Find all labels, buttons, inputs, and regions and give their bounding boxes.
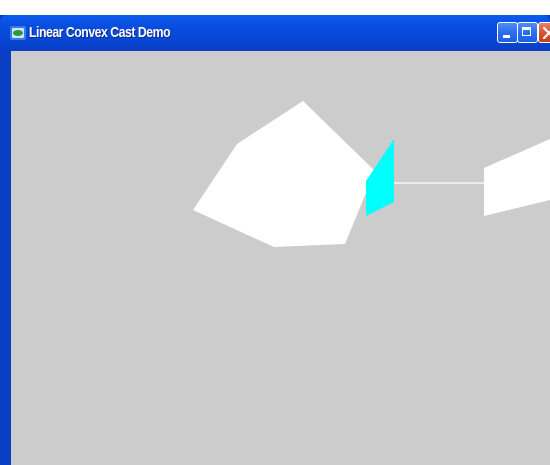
cast-hit-shape <box>366 139 394 216</box>
maximize-button[interactable] <box>517 22 538 43</box>
scene-canvas <box>193 101 550 247</box>
close-button[interactable] <box>538 22 550 43</box>
title-bar[interactable]: Linear Convex Cast Demo <box>0 15 550 51</box>
app-icon[interactable] <box>10 26 26 40</box>
close-icon <box>543 27 550 39</box>
render-viewport[interactable] <box>11 51 550 465</box>
demo-window: Linear Convex Cast Demo <box>0 15 550 465</box>
convex-shape-b <box>484 139 550 216</box>
convex-shape-a <box>193 101 375 247</box>
minimize-button[interactable] <box>497 22 518 43</box>
window-title: Linear Convex Cast Demo <box>29 24 171 41</box>
